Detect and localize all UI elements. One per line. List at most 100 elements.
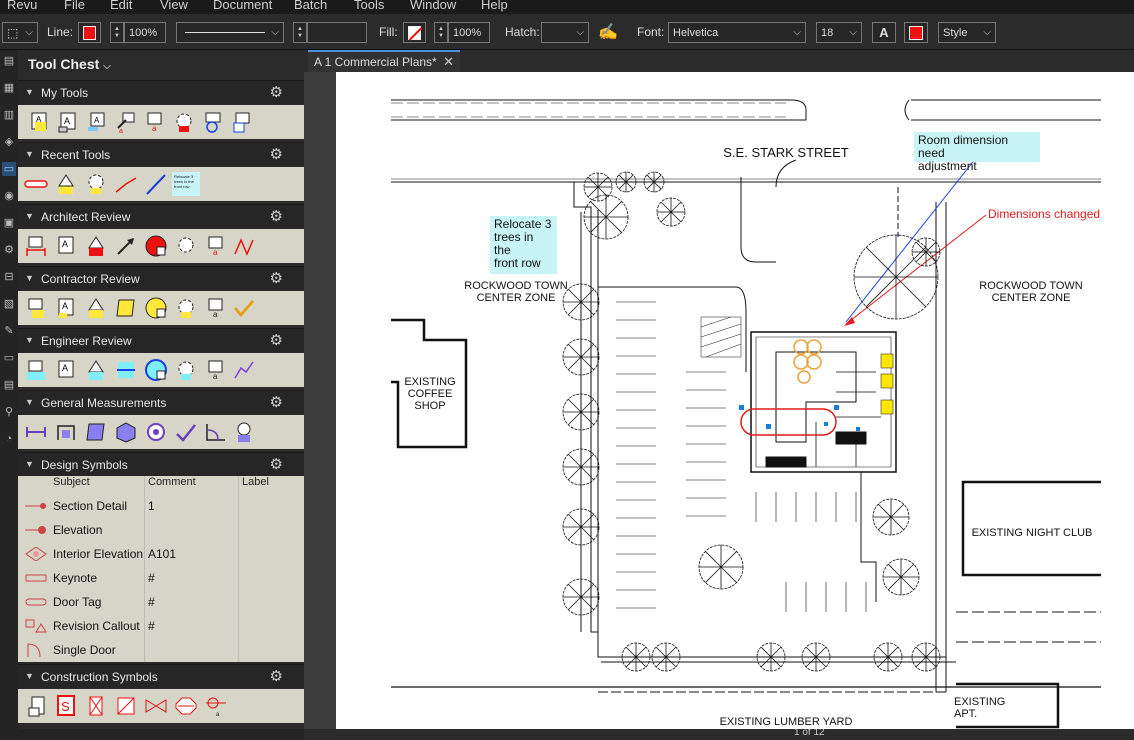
arrow-tool[interactable] xyxy=(114,234,138,258)
line-opacity-field[interactable]: 100% xyxy=(124,22,166,43)
gear-icon[interactable]: ⚙ xyxy=(270,207,283,225)
highlight-tool[interactable] xyxy=(230,110,254,134)
gear-icon[interactable]: ⚙ xyxy=(270,269,283,287)
section-engineer-review[interactable]: ▼ Engineer Review ⚙ xyxy=(18,328,304,352)
cloud-tool[interactable] xyxy=(172,110,196,134)
callout-dimensions-changed[interactable]: Dimensions changed xyxy=(988,208,1103,220)
settings-icon[interactable]: ⚙ xyxy=(2,243,16,257)
highlight-note-tool[interactable] xyxy=(84,358,108,382)
text-note-tool[interactable]: A xyxy=(27,110,51,134)
forms-icon[interactable]: ▧ xyxy=(2,297,16,311)
check-tool[interactable] xyxy=(232,296,256,320)
layers-icon[interactable]: ◈ xyxy=(2,135,16,149)
octagon-tool[interactable] xyxy=(174,694,198,718)
table-row[interactable]: Door Tag # xyxy=(18,590,304,614)
hatch-dropdown[interactable]: ⌵ xyxy=(541,22,589,43)
fill-opacity-field[interactable]: 100% xyxy=(448,22,490,43)
table-row[interactable]: Single Door xyxy=(18,638,304,662)
tool-chest-icon[interactable]: ▭ xyxy=(2,162,16,176)
table-row[interactable]: Elevation xyxy=(18,518,304,542)
polylength-measure-tool[interactable] xyxy=(54,420,78,444)
text-color-picker[interactable] xyxy=(904,22,928,43)
tool-chest-title[interactable]: Tool Chest ⌵ xyxy=(28,56,111,72)
table-row[interactable]: Interior Elevation A101 xyxy=(18,542,304,566)
text-box-tool[interactable]: A xyxy=(56,110,80,134)
stamp-tool[interactable]: a xyxy=(204,296,228,320)
x-box-tool[interactable] xyxy=(84,694,108,718)
gear-icon[interactable]: ⚙ xyxy=(270,667,283,685)
callout-room-dimension[interactable]: Room dimension need adjustment xyxy=(914,132,1040,173)
ellipse-tool[interactable] xyxy=(201,110,225,134)
valve-tool[interactable]: a xyxy=(204,694,228,718)
bookmarks-icon[interactable]: ▦ xyxy=(2,81,16,95)
gear-icon[interactable]: ⚙ xyxy=(270,393,283,411)
fill-color-picker[interactable] xyxy=(403,22,426,43)
column-header-comment[interactable]: Comment xyxy=(148,476,196,490)
section-contractor-review[interactable]: ▼ Contractor Review ⚙ xyxy=(18,266,304,290)
menu-document[interactable]: Document xyxy=(213,0,272,12)
line-style-dropdown[interactable]: ⌵ xyxy=(176,22,284,43)
bowtie-tool[interactable] xyxy=(144,694,168,718)
section-my-tools[interactable]: ▼ My Tools ⚙ xyxy=(18,80,304,104)
radius-measure-tool[interactable] xyxy=(232,420,256,444)
links-icon[interactable]: ▭ xyxy=(2,351,16,365)
section-recent-tools[interactable]: ▼ Recent Tools ⚙ xyxy=(18,142,304,166)
search-icon[interactable]: ⚲ xyxy=(2,405,16,419)
callout-tool[interactable]: A xyxy=(85,110,109,134)
select-tool-dropdown[interactable]: ⬚ ⌵ xyxy=(2,22,38,43)
revision-cloud-tool[interactable] xyxy=(144,234,168,258)
polyline-tool[interactable] xyxy=(114,172,138,196)
dimension-note-tool[interactable] xyxy=(24,358,48,382)
area-measure-tool[interactable] xyxy=(232,234,256,258)
table-row[interactable]: Keynote # xyxy=(18,566,304,590)
arrow-note-tool[interactable]: a xyxy=(114,110,138,135)
menu-edit[interactable]: Edit xyxy=(110,0,132,12)
menu-help[interactable]: Help xyxy=(481,0,508,12)
text-box-tool[interactable]: A xyxy=(54,296,78,320)
line-width-stepper[interactable]: ▲ ▼ xyxy=(293,22,307,43)
font-size-dropdown[interactable]: 18 ⌵ xyxy=(816,22,862,43)
highlight-note-tool[interactable] xyxy=(84,234,108,258)
menu-revu[interactable]: Revu xyxy=(7,0,37,12)
line-width-field[interactable] xyxy=(307,22,367,43)
menu-batch[interactable]: Batch xyxy=(294,0,327,12)
file-access-icon[interactable]: ▥ xyxy=(2,108,16,122)
menu-view[interactable]: View xyxy=(160,0,188,12)
measurements-icon[interactable]: ⊟ xyxy=(2,270,16,284)
dimension-tool[interactable] xyxy=(114,358,138,382)
spaces-icon[interactable]: ◔ xyxy=(2,432,16,446)
section-architect-review[interactable]: ▼ Architect Review ⚙ xyxy=(18,204,304,228)
line-color-picker[interactable] xyxy=(78,22,101,43)
close-icon[interactable]: ✕ xyxy=(443,54,454,70)
stamp-tool[interactable]: a xyxy=(204,358,228,382)
text-note-tool[interactable] xyxy=(54,172,78,196)
dimension-note-tool[interactable] xyxy=(24,296,48,320)
cloud-tool[interactable] xyxy=(174,234,198,258)
sets-icon[interactable]: ▤ xyxy=(2,378,16,392)
column-header-subject[interactable]: Subject xyxy=(53,476,90,490)
section-design-symbols[interactable]: ▼ Design Symbols ⚙ xyxy=(18,452,304,476)
sprinkler-tool[interactable]: S xyxy=(55,694,79,718)
table-row[interactable]: Revision Callout # xyxy=(18,614,304,638)
table-row[interactable]: Section Detail 1 xyxy=(18,494,304,518)
text-box-tool[interactable]: A xyxy=(54,358,78,382)
font-family-dropdown[interactable]: Helvetica ⌵ xyxy=(668,22,806,43)
count-measure-tool[interactable] xyxy=(144,420,168,444)
cloud-tool[interactable] xyxy=(174,296,198,320)
perimeter-measure-tool[interactable] xyxy=(204,420,228,444)
drawing-page[interactable]: S.E. STARK STREET ROCKWOOD TOWN CENTER ZO… xyxy=(336,72,1134,729)
tab-document[interactable]: A 1 Commercial Plans* ✕ xyxy=(308,50,460,72)
door-tag-tool[interactable] xyxy=(24,172,48,196)
menu-tools[interactable]: Tools xyxy=(354,0,384,12)
line-opacity-stepper[interactable]: ▲ ▼ xyxy=(110,22,124,43)
length-measure-tool[interactable] xyxy=(24,420,48,444)
markups-icon[interactable]: ▣ xyxy=(2,216,16,230)
gear-icon[interactable]: ⚙ xyxy=(270,83,283,101)
cloud-tool[interactable] xyxy=(84,172,108,196)
area-measure-tool[interactable] xyxy=(84,420,108,444)
style-dropdown[interactable]: Style ⌵ xyxy=(938,22,996,43)
fill-opacity-stepper[interactable]: ▲ ▼ xyxy=(434,22,448,43)
stamp-tool[interactable]: a xyxy=(143,110,167,134)
highlight-note-tool[interactable] xyxy=(84,296,108,320)
polyline-tool[interactable] xyxy=(232,358,256,382)
